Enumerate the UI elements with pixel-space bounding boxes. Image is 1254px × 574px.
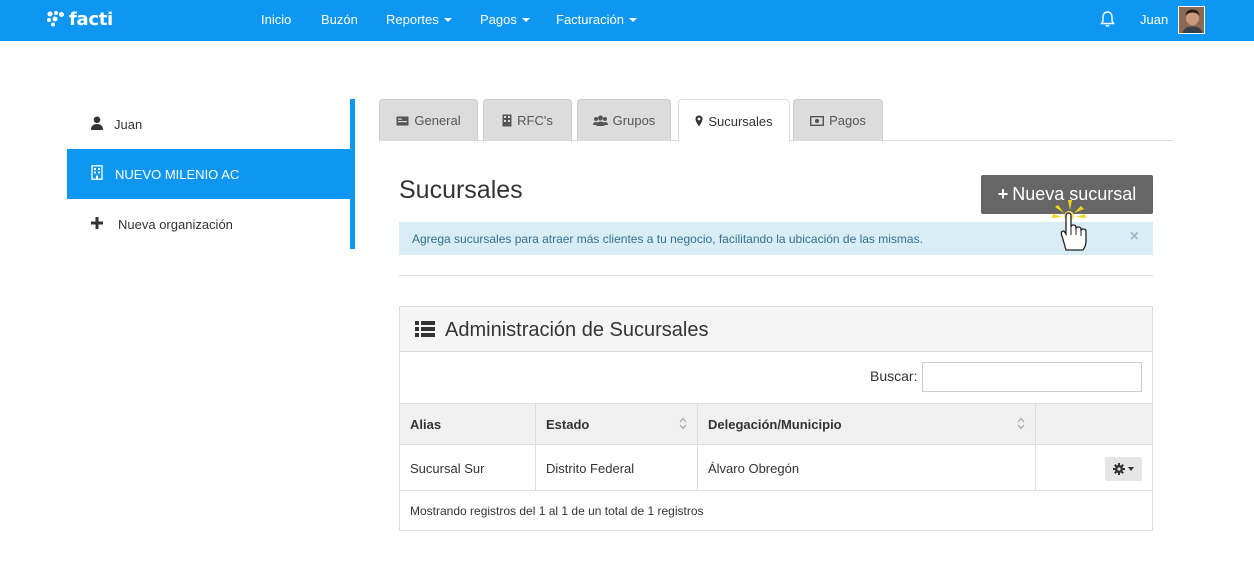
tab-rfcs[interactable]: RFC's xyxy=(483,99,572,141)
tab-general[interactable]: General xyxy=(379,99,478,141)
cell-delegacion: Álvaro Obregón xyxy=(698,445,1036,491)
id-card-icon xyxy=(396,116,409,125)
table-info: Mostrando registros del 1 al 1 de un tot… xyxy=(410,504,704,518)
cell-alias: Sucursal Sur xyxy=(400,445,536,491)
column-header-alias[interactable]: Alias xyxy=(400,404,536,445)
panel-title: Administración de Sucursales xyxy=(445,319,709,341)
users-icon xyxy=(592,115,608,126)
column-header-delegacion[interactable]: Delegación/Municipio xyxy=(698,404,1036,445)
caret-down-icon xyxy=(1128,467,1134,471)
caret-down-icon xyxy=(521,17,530,22)
column-header-actions xyxy=(1036,404,1152,445)
close-icon[interactable]: × xyxy=(1130,228,1139,246)
tab-label: Pagos xyxy=(829,113,866,128)
table-row: Sucursal Sur Distrito Federal Álvaro Obr… xyxy=(400,444,1152,491)
search-input[interactable] xyxy=(922,362,1142,392)
nav-buzon-label: Buzón xyxy=(321,12,358,27)
column-header-label: Delegación/Municipio xyxy=(708,417,842,432)
branches-panel: Administración de Sucursales Buscar: Ali… xyxy=(399,306,1153,531)
tab-label: Sucursales xyxy=(708,113,773,129)
nav-pagos[interactable]: Pagos xyxy=(480,12,530,27)
user-name[interactable]: Juan xyxy=(1140,12,1168,27)
building-icon xyxy=(91,165,103,183)
caret-down-icon xyxy=(443,17,452,22)
tab-grupos[interactable]: Grupos xyxy=(577,99,671,141)
column-header-label: Alias xyxy=(410,417,442,432)
nav-facturacion[interactable]: Facturación xyxy=(556,12,637,27)
building-icon xyxy=(502,114,512,127)
gear-icon xyxy=(1113,463,1125,475)
nav-buzon[interactable]: Buzón xyxy=(321,12,358,27)
row-actions-button[interactable] xyxy=(1105,457,1142,481)
bell-icon[interactable] xyxy=(1100,11,1115,33)
tab-label: Grupos xyxy=(612,113,656,128)
tab-sucursales[interactable]: Sucursales xyxy=(678,99,790,142)
info-alert: Agrega sucursales para atraer más client… xyxy=(399,222,1153,255)
logo-icon xyxy=(47,11,64,27)
nav-pagos-label: Pagos xyxy=(480,12,517,27)
nav-inicio[interactable]: Inicio xyxy=(261,12,291,27)
page-title: Sucursales xyxy=(399,176,523,204)
tab-bar: General RFC's Grupos Sucursales Pagos xyxy=(379,99,1173,142)
plus-icon xyxy=(91,217,103,232)
facti-logo[interactable]: facti xyxy=(46,7,113,31)
nav-facturacion-label: Facturación xyxy=(556,12,624,27)
alert-text: Agrega sucursales para atraer más client… xyxy=(412,231,923,246)
money-icon xyxy=(810,115,825,126)
user-icon xyxy=(91,116,103,133)
tab-pagos[interactable]: Pagos xyxy=(793,99,883,141)
map-marker-icon xyxy=(695,115,703,127)
avatar[interactable] xyxy=(1178,6,1205,34)
sidebar-item-label: NUEVO MILENIO AC xyxy=(115,166,240,182)
plus-icon: + xyxy=(997,184,1009,204)
sidebar-item-label: Nueva organización xyxy=(118,216,233,232)
pointer-hand-icon xyxy=(1050,198,1094,259)
top-navbar: facti Inicio Buzón Reportes Pagos Factur… xyxy=(0,0,1254,41)
sidebar-item-juan[interactable]: Juan xyxy=(67,99,350,149)
sort-icon xyxy=(1017,417,1025,433)
sidebar-item-organization[interactable]: NUEVO MILENIO AC xyxy=(67,149,350,199)
divider xyxy=(399,275,1153,276)
nav-reportes[interactable]: Reportes xyxy=(386,12,452,27)
nav-inicio-label: Inicio xyxy=(261,12,292,27)
nav-reportes-label: Reportes xyxy=(386,12,439,27)
tab-label: General xyxy=(414,113,461,128)
panel-header: Administración de Sucursales xyxy=(400,307,1152,352)
column-header-estado[interactable]: Estado xyxy=(536,404,698,445)
tab-label: RFC's xyxy=(517,113,553,128)
cell-estado: Distrito Federal xyxy=(536,445,698,491)
sidebar-item-label: Juan xyxy=(114,116,143,132)
list-icon xyxy=(415,321,435,342)
logo-text: facti xyxy=(69,8,113,30)
caret-down-icon xyxy=(628,17,637,22)
column-header-label: Estado xyxy=(546,417,590,432)
sort-icon xyxy=(679,417,687,433)
sidebar: Juan NUEVO MILENIO AC Nueva organización xyxy=(67,99,355,249)
search-label: Buscar: xyxy=(870,368,918,384)
sidebar-item-new-organization[interactable]: Nueva organización xyxy=(67,199,350,249)
table-header: Alias Estado Delegación/Municipio xyxy=(400,403,1152,445)
